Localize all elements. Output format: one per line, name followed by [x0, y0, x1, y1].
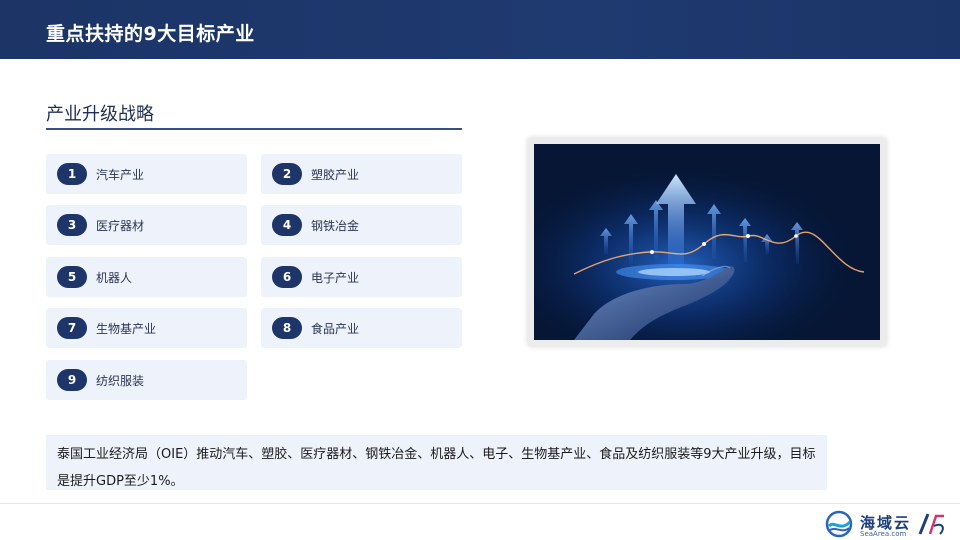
logo-url: SeaArea.com — [860, 530, 907, 538]
description-box: 泰国工业经济局（OIE）推动汽车、塑胶、医疗器材、钢铁冶金、机器人、电子、生物基… — [46, 435, 827, 490]
section-title: 产业升级战略 — [46, 104, 154, 125]
description-text: 泰国工业经济局（OIE）推动汽车、塑胶、医疗器材、钢铁冶金、机器人、电子、生物基… — [57, 447, 816, 489]
industry-card-7: 7 生物基产业 — [46, 308, 247, 348]
industry-number-badge: 8 — [272, 317, 302, 339]
industry-number-badge: 6 — [272, 266, 302, 288]
wave-logo-icon — [825, 510, 853, 538]
industry-label: 纺织服装 — [96, 374, 145, 388]
industry-label: 食品产业 — [311, 322, 360, 336]
section-divider — [46, 128, 462, 130]
anniversary-badge-icon — [918, 513, 944, 535]
industry-label: 汽车产业 — [96, 168, 145, 182]
industry-label: 钢铁冶金 — [311, 219, 360, 233]
industry-card-1: 1 汽车产业 — [46, 154, 247, 194]
industry-number-badge: 7 — [57, 317, 87, 339]
industry-number-badge: 1 — [57, 163, 87, 185]
header-bar: 重点扶持的9大目标产业 — [0, 0, 960, 59]
page-title: 重点扶持的9大目标产业 — [46, 23, 255, 45]
industry-card-4: 4 钢铁冶金 — [261, 205, 462, 245]
industry-number-badge: 4 — [272, 214, 302, 236]
industry-card-6: 6 电子产业 — [261, 257, 462, 297]
industry-number-badge: 9 — [57, 369, 87, 391]
footer-divider — [0, 503, 960, 504]
industry-number-badge: 3 — [57, 214, 87, 236]
industry-card-2: 2 塑胶产业 — [261, 154, 462, 194]
industry-label: 机器人 — [96, 271, 133, 285]
industry-card-9: 9 纺织服装 — [46, 360, 247, 400]
growth-illustration-frame — [528, 138, 886, 346]
industry-label: 电子产业 — [311, 271, 360, 285]
industry-number-badge: 2 — [272, 163, 302, 185]
industry-label: 生物基产业 — [96, 322, 157, 336]
industry-card-3: 3 医疗器材 — [46, 205, 247, 245]
rising-arrows-hand-icon — [534, 144, 880, 340]
company-logo: 海域云 SeaArea.com — [822, 508, 954, 540]
industry-number-badge: 5 — [57, 266, 87, 288]
growth-illustration — [534, 144, 880, 340]
industry-card-8: 8 食品产业 — [261, 308, 462, 348]
industry-card-5: 5 机器人 — [46, 257, 247, 297]
industry-label: 塑胶产业 — [311, 168, 360, 182]
industry-label: 医疗器材 — [96, 219, 145, 233]
